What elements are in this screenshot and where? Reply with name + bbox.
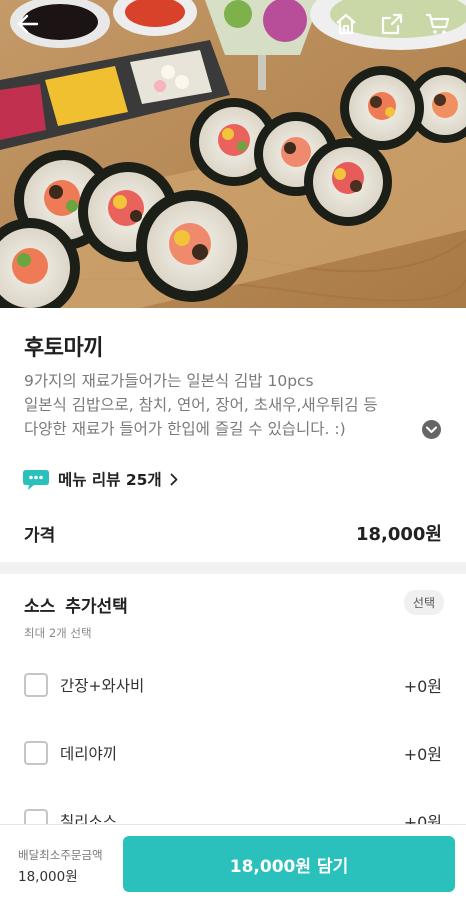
back-arrow-icon [17,14,39,34]
review-speech-bubble-icon [23,470,49,490]
menu-description-line: 일본식 김밥으로, 참치, 연어, 장어, 초새우,새우튀김 등 [24,396,378,414]
price-row: 가격 18,000원 [24,520,442,546]
option-name: 데리야끼 [60,745,118,763]
option-price: +0원 [403,677,442,696]
optional-badge: 선택 [403,590,444,615]
option-name: 간장+와사비 [60,677,145,695]
option-checkbox[interactable] [24,673,48,697]
option-name: 칠리소스 [60,813,118,824]
share-button[interactable] [374,6,410,42]
chevron-down-icon [426,426,437,433]
back-button[interactable] [10,6,46,42]
price-value: 18,000원 [355,524,442,545]
cart-icon [425,13,450,34]
bottom-order-bar: 배달최소주문금액 18,000원 18,000원 담기 [0,824,466,899]
option-price: +0원 [403,745,442,764]
chevron-right-icon [170,473,178,485]
home-button[interactable] [328,6,364,42]
option-item[interactable]: 칠리소스 +0원 [24,808,442,824]
min-order-label: 배달최소주문금액 [18,848,103,862]
top-navigation-bar [0,0,466,48]
option-group-subtitle: 최대 2개 선택 [24,626,92,640]
cart-button[interactable] [420,6,456,42]
review-count-label: 메뉴 리뷰 25개 [58,471,162,489]
add-to-cart-button[interactable]: 18,000원 담기 [123,836,455,892]
option-checkbox[interactable] [24,741,48,765]
min-order-value: 18,000원 [18,869,78,885]
option-group-title: 소스 추가선택 [24,597,128,617]
option-item[interactable]: 데리야끼 +0원 [24,740,442,766]
price-label: 가격 [24,525,56,546]
menu-photo [0,0,466,308]
menu-title: 후토마끼 [24,336,103,361]
option-price: +0원 [403,813,442,824]
option-checkbox[interactable] [24,809,48,824]
home-icon [336,13,356,35]
menu-review-link[interactable]: 메뉴 리뷰 25개 [22,466,178,492]
section-divider [0,562,466,574]
menu-description-line: 다양한 재료가 들어가 한입에 즐길 수 있습니다. :) [24,420,346,438]
expand-description-button[interactable] [422,420,441,439]
share-icon [381,13,403,35]
menu-description: 9가지의 재료가들어가는 일본식 김밥 10pcs 일본식 김밥으로, 참치, … [24,369,378,441]
menu-description-line: 9가지의 재료가들어가는 일본식 김밥 10pcs [24,372,314,390]
sauce-option-group: 소스 추가선택 선택 최대 2개 선택 간장+와사비 +0원 데리야끼 +0원 … [0,574,466,824]
menu-info-section: 후토마끼 9가지의 재료가들어가는 일본식 김밥 10pcs 일본식 김밥으로,… [0,308,466,562]
option-item[interactable]: 간장+와사비 +0원 [24,672,442,698]
